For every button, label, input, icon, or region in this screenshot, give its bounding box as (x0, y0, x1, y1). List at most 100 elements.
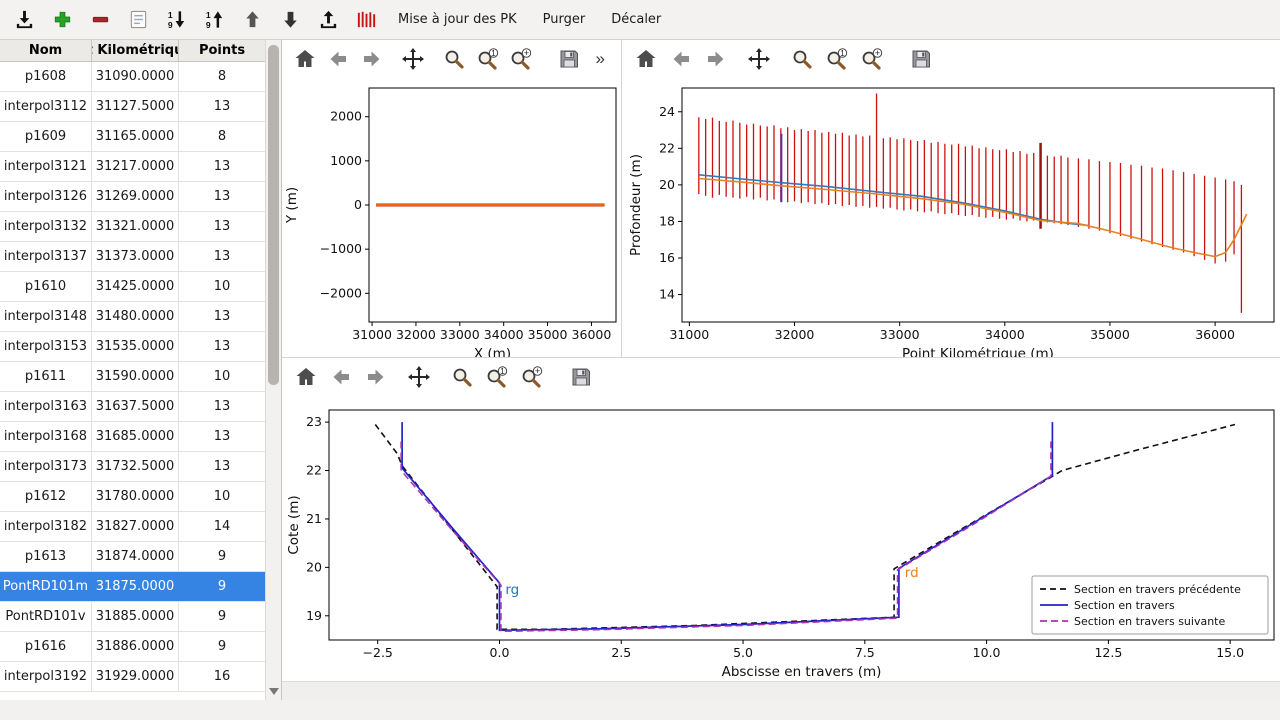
sort-asc-button[interactable]: 19 (200, 5, 228, 35)
table-row-p1611[interactable]: p161131590.000010 (0, 362, 266, 392)
cell: 13 (179, 182, 266, 211)
add-button[interactable] (48, 5, 76, 35)
zoom-plus-button[interactable]: + (858, 46, 885, 73)
cell: 14 (179, 512, 266, 541)
move-up-button[interactable] (238, 5, 266, 35)
cell: 31875.0000 (92, 572, 179, 601)
import-button[interactable] (10, 5, 38, 35)
form-button[interactable] (124, 5, 152, 35)
menu-purger[interactable]: Purger (535, 8, 594, 31)
sort-desc-button[interactable]: 19 (162, 5, 190, 35)
zoom-plus-button[interactable]: + (518, 364, 545, 391)
table-row-interpol3137[interactable]: interpol313731373.000013 (0, 242, 266, 272)
forward-button[interactable] (362, 364, 389, 391)
cell: 13 (179, 92, 266, 121)
cell: interpol3192 (0, 662, 92, 691)
save-button[interactable] (556, 46, 581, 73)
table-row-PontRD101m[interactable]: PontRD101m31875.00009 (0, 572, 266, 602)
table-row-p1610[interactable]: p161031425.000010 (0, 272, 266, 302)
cross-section-plot-canvas[interactable]: −2.50.02.55.07.510.012.515.01920212223Ab… (282, 396, 1279, 680)
cell: 31321.0000 (92, 212, 179, 241)
svg-text:2000: 2000 (330, 109, 362, 124)
table-scrollbar[interactable] (265, 40, 281, 700)
svg-text:33000: 33000 (440, 327, 480, 342)
table-row-p1612[interactable]: p161231780.000010 (0, 482, 266, 512)
menu-mise-a-jour-des-pk[interactable]: Mise à jour des PK (390, 8, 525, 31)
table-row-interpol3132[interactable]: interpol313231321.000013 (0, 212, 266, 242)
home-button[interactable] (632, 46, 659, 73)
zoom-region-button[interactable]: 1 (823, 46, 850, 73)
table-row-p1613[interactable]: p161331874.00009 (0, 542, 266, 572)
zoom-region-button[interactable]: 1 (483, 364, 510, 391)
forward-button[interactable] (702, 46, 729, 73)
top-plots-row: 1+» 310003200033000340003500036000−2000−… (282, 40, 1280, 358)
scrollbar-thumb[interactable] (268, 45, 279, 385)
svg-text:0.0: 0.0 (490, 645, 510, 660)
table-row-interpol3192[interactable]: interpol319231929.000016 (0, 662, 266, 692)
zoom-region-icon: 1 (485, 365, 509, 389)
plan-plot-toolbar: 1 + » (282, 40, 621, 78)
zoom-plus-button[interactable]: + (509, 46, 534, 73)
svg-text:−2000: −2000 (320, 285, 362, 300)
zoom-button[interactable] (448, 364, 475, 391)
save-button[interactable] (907, 46, 934, 73)
table-row-interpol3163[interactable]: interpol316331637.500013 (0, 392, 266, 422)
save-button[interactable] (567, 364, 594, 391)
svg-text:+: + (524, 48, 529, 58)
table-row-interpol3126[interactable]: interpol312631269.000013 (0, 182, 266, 212)
form-icon (127, 8, 150, 31)
zoom-region-button[interactable]: 1 (475, 46, 500, 73)
cell: interpol3173 (0, 452, 92, 481)
table-row-interpol3112[interactable]: interpol311231127.500013 (0, 92, 266, 122)
column-header-nom[interactable]: Nom (0, 40, 92, 61)
pan-button[interactable] (745, 46, 772, 73)
back-button[interactable] (327, 364, 354, 391)
forward-button[interactable] (359, 46, 384, 73)
svg-text:1: 1 (500, 367, 505, 376)
profile-plot-canvas[interactable]: 3100032000330003400035000360001416182022… (622, 78, 1279, 357)
back-icon (326, 47, 350, 71)
table-row-interpol3148[interactable]: interpol314831480.000013 (0, 302, 266, 332)
y-axis-label: Profondeur (m) (628, 154, 644, 256)
save-icon (557, 47, 581, 71)
svg-text:14: 14 (659, 287, 675, 302)
remove-button[interactable] (86, 5, 114, 35)
cell: interpol3163 (0, 392, 92, 421)
home-button[interactable] (292, 46, 317, 73)
table-row-interpol3168[interactable]: interpol316831685.000013 (0, 422, 266, 452)
column-header-points[interactable]: Points (179, 40, 266, 61)
main-toolbar: 19 19 Mise à jour des PK Purger Décaler (0, 0, 1280, 40)
pan-button[interactable] (400, 46, 425, 73)
plan-plot-canvas[interactable]: 310003200033000340003500036000−2000−1000… (282, 78, 621, 357)
scrollbar-down-icon[interactable] (269, 688, 279, 695)
table-row-interpol3153[interactable]: interpol315331535.000013 (0, 332, 266, 362)
zoom-button[interactable] (442, 46, 467, 73)
back-button[interactable] (325, 46, 350, 73)
home-button[interactable] (292, 364, 319, 391)
forward-icon (704, 47, 728, 71)
forward-icon (360, 47, 384, 71)
pan-icon (747, 47, 771, 71)
column-header-t-kilometriqu[interactable]: t Kilométriqu (92, 40, 179, 61)
annotation-rd: rd (905, 565, 919, 581)
back-icon (669, 47, 693, 71)
cell: p1612 (0, 482, 92, 511)
zoom-button[interactable] (788, 46, 815, 73)
cell: 16 (179, 662, 266, 691)
table-row-interpol3121[interactable]: interpol312131217.000013 (0, 152, 266, 182)
sections-button[interactable] (352, 5, 380, 35)
back-button[interactable] (667, 46, 694, 73)
table-row-interpol3182[interactable]: interpol318231827.000014 (0, 512, 266, 542)
menu-decaler[interactable]: Décaler (603, 8, 669, 31)
save-icon (909, 47, 933, 71)
table-row-PontRD101v[interactable]: PontRD101v31885.00009 (0, 602, 266, 632)
table-row-p1608[interactable]: p160831090.00008 (0, 62, 266, 92)
table-row-p1609[interactable]: p160931165.00008 (0, 122, 266, 152)
table-row-p1616[interactable]: p161631886.00009 (0, 632, 266, 662)
svg-text:36000: 36000 (572, 327, 612, 342)
toolbar-overflow-button[interactable]: » (590, 49, 611, 69)
pan-button[interactable] (405, 364, 432, 391)
move-down-button[interactable] (276, 5, 304, 35)
export-button[interactable] (314, 5, 342, 35)
table-row-interpol3173[interactable]: interpol317331732.500013 (0, 452, 266, 482)
